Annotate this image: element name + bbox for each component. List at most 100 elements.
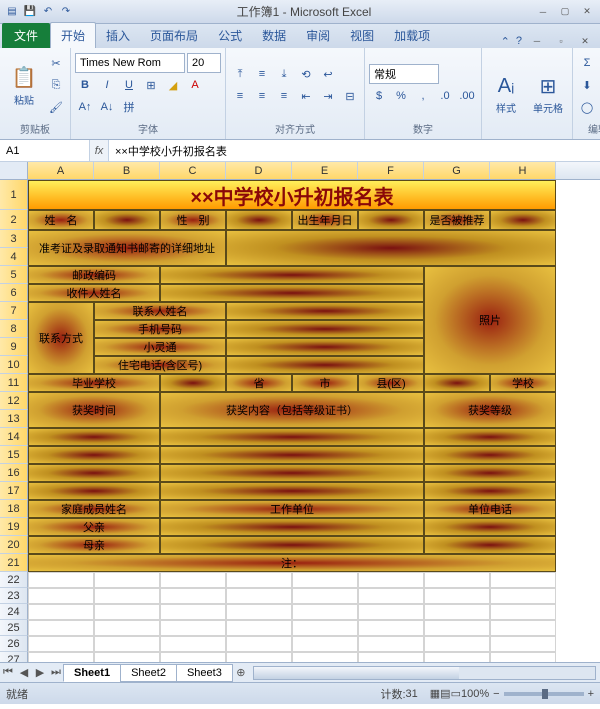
input-address[interactable] <box>226 230 556 266</box>
empty-cell[interactable] <box>358 588 424 604</box>
percent-icon[interactable]: % <box>391 86 411 106</box>
label-county[interactable]: 县(区) <box>358 374 424 392</box>
empty-cell[interactable] <box>28 572 94 588</box>
row-header-20[interactable]: 20 <box>0 536 28 554</box>
sheet-tab-1[interactable]: Sheet1 <box>63 664 121 682</box>
empty-cell[interactable] <box>490 636 556 652</box>
label-recipient[interactable]: 收件人姓名 <box>28 284 160 302</box>
inc-decimal-icon[interactable]: .0 <box>435 86 455 106</box>
empty-cell[interactable] <box>28 652 94 662</box>
award-content-14[interactable] <box>160 446 424 464</box>
col-header-G[interactable]: G <box>424 162 490 179</box>
font-family-combo[interactable]: Times New Rom <box>75 53 185 73</box>
input-school2[interactable] <box>424 374 490 392</box>
empty-cell[interactable] <box>292 636 358 652</box>
row-header-24[interactable]: 24 <box>0 604 28 620</box>
label-sch[interactable]: 学校 <box>490 374 556 392</box>
tab-addins[interactable]: 加载项 <box>384 23 440 48</box>
label-award-level[interactable]: 获奖等级 <box>424 392 556 428</box>
paste-button[interactable]: 📋 粘贴 <box>4 53 44 117</box>
empty-cell[interactable] <box>226 620 292 636</box>
label-note[interactable]: 注： <box>28 554 556 572</box>
row-header-7[interactable]: 7 <box>0 302 28 320</box>
worksheet[interactable]: ABCDEFGH 1234567891011121314151617181920… <box>0 162 600 662</box>
col-header-F[interactable]: F <box>358 162 424 179</box>
tab-nav-prev[interactable]: ◀ <box>16 666 32 679</box>
row-header-13[interactable]: 13 <box>0 410 28 428</box>
shrink-font-icon[interactable]: A↓ <box>97 97 117 117</box>
comma-icon[interactable]: , <box>413 86 433 106</box>
award-time-14[interactable] <box>28 446 160 464</box>
label-zip[interactable]: 邮政编码 <box>28 266 160 284</box>
fx-icon[interactable]: fx <box>90 140 108 161</box>
col-header-C[interactable]: C <box>160 162 226 179</box>
styles-button[interactable]: Aᵢ样式 <box>486 62 526 126</box>
align-top-icon[interactable]: ⤒ <box>230 64 250 84</box>
label-contact[interactable]: 联系方式 <box>28 302 94 374</box>
orientation-icon[interactable]: ⟲ <box>296 64 316 84</box>
row-header-4[interactable]: 4 <box>0 248 28 266</box>
grow-font-icon[interactable]: A↑ <box>75 97 95 117</box>
zoom-control[interactable]: 100% − + <box>461 688 594 700</box>
close-button[interactable]: ✕ <box>578 5 596 19</box>
label-city[interactable]: 市 <box>292 374 358 392</box>
doc-restore-button[interactable]: ▫ <box>552 34 570 48</box>
align-bottom-icon[interactable]: ⤓ <box>274 64 294 84</box>
tab-nav-first[interactable]: ⏮ <box>0 666 16 679</box>
photo-placeholder[interactable]: 照片 <box>424 266 556 374</box>
maximize-button[interactable]: ▢ <box>556 5 574 19</box>
empty-cell[interactable] <box>424 572 490 588</box>
label-fam-tel[interactable]: 单位电话 <box>424 500 556 518</box>
copy-icon[interactable]: ⎘ <box>46 75 66 95</box>
row-header-10[interactable]: 10 <box>0 356 28 374</box>
tab-formulas[interactable]: 公式 <box>208 23 252 48</box>
label-fam-name[interactable]: 家庭成员姓名 <box>28 500 160 518</box>
empty-cell[interactable] <box>358 620 424 636</box>
font-size-combo[interactable]: 20 <box>187 53 221 73</box>
row-header-3[interactable]: 3 <box>0 230 28 248</box>
tab-data[interactable]: 数据 <box>252 23 296 48</box>
minimize-ribbon-icon[interactable]: ⌃ <box>501 35 510 48</box>
input-contact-name[interactable] <box>226 302 424 320</box>
award-level-13[interactable] <box>424 428 556 446</box>
empty-cell[interactable] <box>358 652 424 662</box>
label-mother[interactable]: 母亲 <box>28 536 160 554</box>
name-box[interactable]: A1 <box>0 140 90 161</box>
form-title[interactable]: ××中学校小升初报名表 <box>28 180 556 210</box>
empty-cell[interactable] <box>94 604 160 620</box>
tab-layout[interactable]: 页面布局 <box>140 23 208 48</box>
empty-cell[interactable] <box>28 620 94 636</box>
input-recommend[interactable] <box>490 210 556 230</box>
tab-view[interactable]: 视图 <box>340 23 384 48</box>
label-award-content[interactable]: 获奖内容（包括等级证书） <box>160 392 424 428</box>
empty-cell[interactable] <box>226 572 292 588</box>
row-header-17[interactable]: 17 <box>0 482 28 500</box>
underline-button[interactable]: U <box>119 75 139 95</box>
row-header-6[interactable]: 6 <box>0 284 28 302</box>
row-header-18[interactable]: 18 <box>0 500 28 518</box>
select-all-corner[interactable] <box>0 162 28 179</box>
empty-cell[interactable] <box>94 652 160 662</box>
col-header-H[interactable]: H <box>490 162 556 179</box>
new-sheet-icon[interactable]: ⊕ <box>233 666 249 679</box>
award-content-13[interactable] <box>160 428 424 446</box>
mother-work[interactable] <box>160 536 424 554</box>
merge-center-icon[interactable]: ⊟ <box>340 86 360 106</box>
label-fam-work[interactable]: 工作单位 <box>160 500 424 518</box>
tab-insert[interactable]: 插入 <box>96 23 140 48</box>
row-header-11[interactable]: 11 <box>0 374 28 392</box>
row-header-1[interactable]: 1 <box>0 180 28 210</box>
row-header-14[interactable]: 14 <box>0 428 28 446</box>
doc-close-button[interactable]: ✕ <box>576 34 594 48</box>
label-address[interactable]: 准考证及录取通知书邮寄的详细地址 <box>28 230 226 266</box>
empty-cell[interactable] <box>490 572 556 588</box>
empty-cell[interactable] <box>424 604 490 620</box>
input-zip[interactable] <box>160 266 424 284</box>
cells-button[interactable]: ⊞单元格 <box>528 62 568 126</box>
award-content-15[interactable] <box>160 464 424 482</box>
award-level-15[interactable] <box>424 464 556 482</box>
award-level-16[interactable] <box>424 482 556 500</box>
wrap-text-icon[interactable]: ↩ <box>318 64 338 84</box>
formula-input[interactable]: ××中学校小升初报名表 <box>108 140 600 161</box>
tab-file[interactable]: 文件 <box>2 23 50 48</box>
